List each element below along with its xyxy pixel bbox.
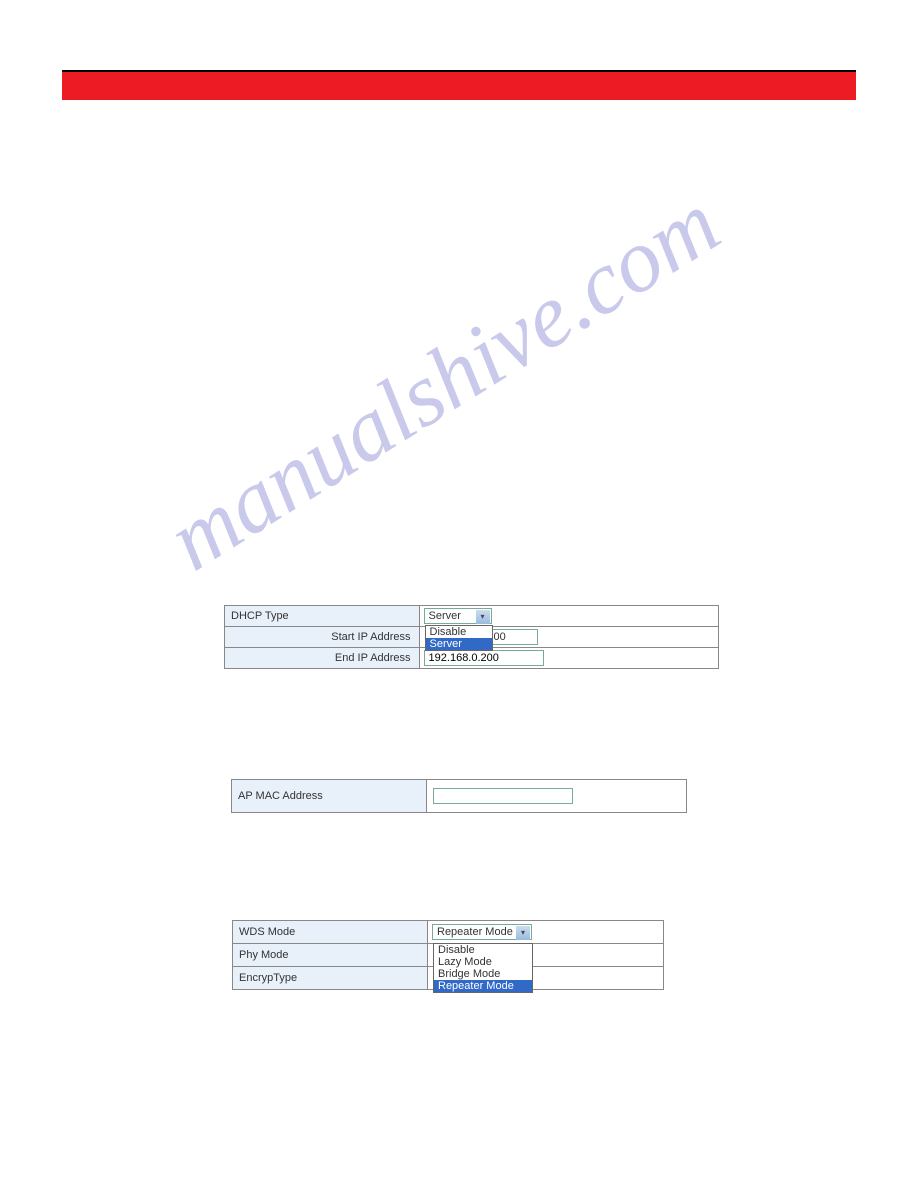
- wds-option-repeater[interactable]: Repeater Mode: [434, 980, 532, 992]
- encrypt-type-label: EncrypType: [233, 967, 428, 990]
- chevron-down-icon: ▾: [476, 610, 490, 624]
- start-ip-partial: 00: [490, 629, 538, 645]
- dhcp-type-select[interactable]: Server ▾ Disable Server: [424, 608, 492, 624]
- chevron-down-icon: ▾: [516, 926, 530, 940]
- wds-table: WDS Mode Repeater Mode ▾ Disable Lazy Mo…: [232, 920, 664, 990]
- dhcp-option-disable[interactable]: Disable: [426, 626, 492, 638]
- ap-mac-input[interactable]: [433, 788, 573, 804]
- watermark-text: manualshive.com: [150, 172, 737, 592]
- wds-option-disable[interactable]: Disable: [434, 944, 532, 956]
- wds-option-bridge[interactable]: Bridge Mode: [434, 968, 532, 980]
- dhcp-option-server[interactable]: Server: [426, 638, 492, 650]
- dhcp-type-label: DHCP Type: [225, 606, 420, 627]
- ap-mac-table: AP MAC Address: [231, 779, 687, 813]
- wds-option-lazy[interactable]: Lazy Mode: [434, 956, 532, 968]
- wds-mode-field: Repeater Mode ▾ Disable Lazy Mode Bridge…: [428, 921, 664, 944]
- wds-mode-label: WDS Mode: [233, 921, 428, 944]
- dhcp-type-options: Disable Server: [425, 625, 493, 651]
- dhcp-table: DHCP Type Server ▾ Disable Server Start …: [224, 605, 719, 669]
- wds-mode-select[interactable]: Repeater Mode ▾ Disable Lazy Mode Bridge…: [432, 924, 532, 940]
- wds-mode-options: Disable Lazy Mode Bridge Mode Repeater M…: [433, 943, 533, 993]
- ap-mac-field: [427, 780, 687, 813]
- ap-mac-label: AP MAC Address: [232, 780, 427, 813]
- end-ip-label: End IP Address: [225, 648, 420, 669]
- dhcp-type-field: Server ▾ Disable Server: [419, 606, 718, 627]
- end-ip-input[interactable]: [424, 650, 544, 666]
- start-ip-label: Start IP Address: [225, 627, 420, 648]
- phy-mode-label: Phy Mode: [233, 944, 428, 967]
- header-bar: [62, 70, 856, 100]
